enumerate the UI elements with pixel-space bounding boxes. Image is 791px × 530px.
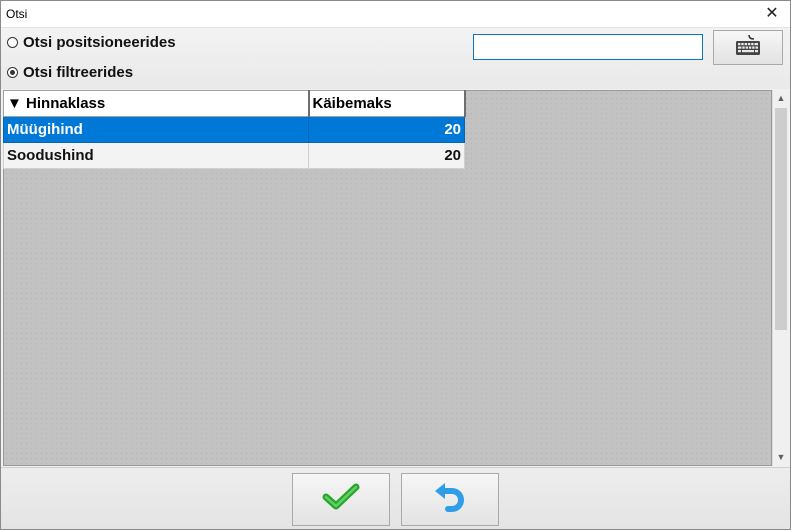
search-options-area: Otsi positsioneerides Otsi filtreerides <box>1 28 790 89</box>
keyboard-button[interactable] <box>713 30 783 65</box>
column-header-label: Käibemaks <box>312 95 392 112</box>
cell-vat[interactable]: 20 <box>308 142 465 169</box>
price-class-table: ▼ Hinnaklass Käibemaks Müügihind 20 Sood… <box>3 90 466 169</box>
column-header-label: Hinnaklass <box>26 95 106 112</box>
action-bar <box>1 467 790 529</box>
radio-search-filtering[interactable]: Otsi filtreerides <box>7 61 133 83</box>
vertical-scrollbar[interactable]: ▲ ▼ <box>772 90 789 466</box>
scrollbar-thumb[interactable] <box>775 108 787 330</box>
back-button[interactable] <box>401 473 499 526</box>
keyboard-icon <box>735 34 761 61</box>
undo-arrow-icon <box>432 481 468 518</box>
column-header-hinnaklass[interactable]: ▼ Hinnaklass <box>3 90 310 117</box>
close-icon: ✕ <box>765 5 779 22</box>
window-title: Otsi <box>6 7 28 21</box>
radio-label-positioning: Otsi positsioneerides <box>23 33 176 51</box>
search-dialog: Otsi ✕ Otsi positsioneerides Otsi filtre… <box>0 0 791 530</box>
table-header-row: ▼ Hinnaklass Käibemaks <box>3 90 466 117</box>
table-row[interactable]: Müügihind 20 <box>3 116 465 143</box>
radio-button-filtering[interactable] <box>7 66 18 78</box>
cell-vat[interactable]: 20 <box>308 116 465 143</box>
scroll-up-arrow-icon[interactable]: ▲ <box>773 90 789 107</box>
checkmark-icon <box>321 482 361 517</box>
table-row[interactable]: Soodushind 20 <box>3 142 465 169</box>
cell-price-class[interactable]: Müügihind <box>3 116 309 143</box>
scroll-down-arrow-icon[interactable]: ▼ <box>773 449 789 466</box>
close-button[interactable]: ✕ <box>754 1 790 27</box>
search-input[interactable] <box>473 34 703 60</box>
cell-price-class[interactable]: Soodushind <box>3 142 309 169</box>
sort-desc-icon: ▼ <box>7 95 22 112</box>
column-header-kaibemaks[interactable]: Käibemaks <box>308 90 466 117</box>
radio-label-filtering: Otsi filtreerides <box>23 63 134 81</box>
title-bar: Otsi ✕ <box>1 1 790 28</box>
radio-search-positioning[interactable]: Otsi positsioneerides <box>7 31 176 53</box>
radio-button-positioning[interactable] <box>7 36 18 48</box>
ok-button[interactable] <box>292 473 390 526</box>
